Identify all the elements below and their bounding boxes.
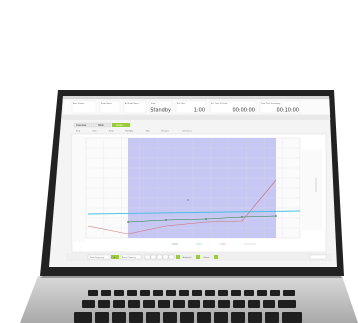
tab-graph-label: Graph bbox=[116, 124, 123, 127]
header-field-value: 00:10:00 bbox=[277, 108, 299, 114]
subtab-4[interactable]: Max bbox=[146, 131, 150, 133]
header-field-value: 1:00 bbox=[194, 108, 205, 114]
header-fields: Base Station Probe Name Alt Probe Name Stat… bbox=[71, 100, 301, 114]
nav-last[interactable] bbox=[162, 254, 169, 260]
point-3 bbox=[205, 218, 207, 220]
header-field-label: Alt Probe Name bbox=[125, 102, 140, 105]
header-field-value: Standby bbox=[150, 108, 171, 114]
header-field-label: Probe Name bbox=[101, 102, 113, 105]
header-field-label: Run Time bbox=[177, 103, 186, 105]
subtab-2[interactable]: Temp bbox=[109, 131, 115, 133]
nav-prev[interactable] bbox=[150, 254, 157, 260]
right-axis bbox=[302, 150, 322, 230]
tab-table-label: Table bbox=[98, 124, 104, 127]
point-5 bbox=[275, 215, 277, 217]
status-box bbox=[309, 254, 327, 260]
y-axis bbox=[72, 136, 86, 242]
point-4 bbox=[241, 216, 243, 218]
nav-next[interactable] bbox=[156, 254, 163, 260]
cursor-marker bbox=[187, 199, 189, 201]
header-field-label: Est. Time To Finish bbox=[211, 102, 227, 105]
nav-buttons bbox=[144, 254, 175, 260]
auto-label: Autoscale bbox=[183, 256, 193, 259]
header-field-label: Base Station bbox=[73, 102, 84, 105]
main-tabs: Overview Table Graph bbox=[73, 122, 130, 128]
header-field-label: Total Time Remaining bbox=[261, 102, 280, 105]
window-titlebar bbox=[62, 96, 330, 99]
reset-button-label: Reset Channels bbox=[122, 256, 136, 259]
output-label: Output bbox=[203, 256, 210, 259]
point-2 bbox=[165, 219, 167, 221]
point-1 bbox=[127, 221, 129, 223]
subtab-5[interactable]: Pressure bbox=[161, 130, 170, 133]
toggle-green-3[interactable] bbox=[214, 255, 218, 259]
laptop-photo: Base Station Probe Name Alt Probe Name Stat… bbox=[20, 90, 358, 323]
nav-extra[interactable] bbox=[168, 254, 175, 260]
header-field-value: 00:00:00 bbox=[233, 108, 255, 114]
toggle-green-2[interactable] bbox=[196, 255, 200, 259]
nav-first[interactable] bbox=[144, 254, 151, 260]
start-button-label: Start Frequency bbox=[90, 256, 105, 259]
toggle-green-1[interactable] bbox=[176, 255, 180, 259]
subtab-6[interactable]: Limit Lines bbox=[182, 130, 192, 133]
subtab-3[interactable]: Humidity bbox=[125, 130, 134, 133]
header-separator bbox=[61, 115, 331, 120]
photo-scene: Base Station Probe Name Alt Probe Name Stat… bbox=[0, 0, 358, 323]
tab-overview-label: Overview bbox=[76, 124, 87, 127]
